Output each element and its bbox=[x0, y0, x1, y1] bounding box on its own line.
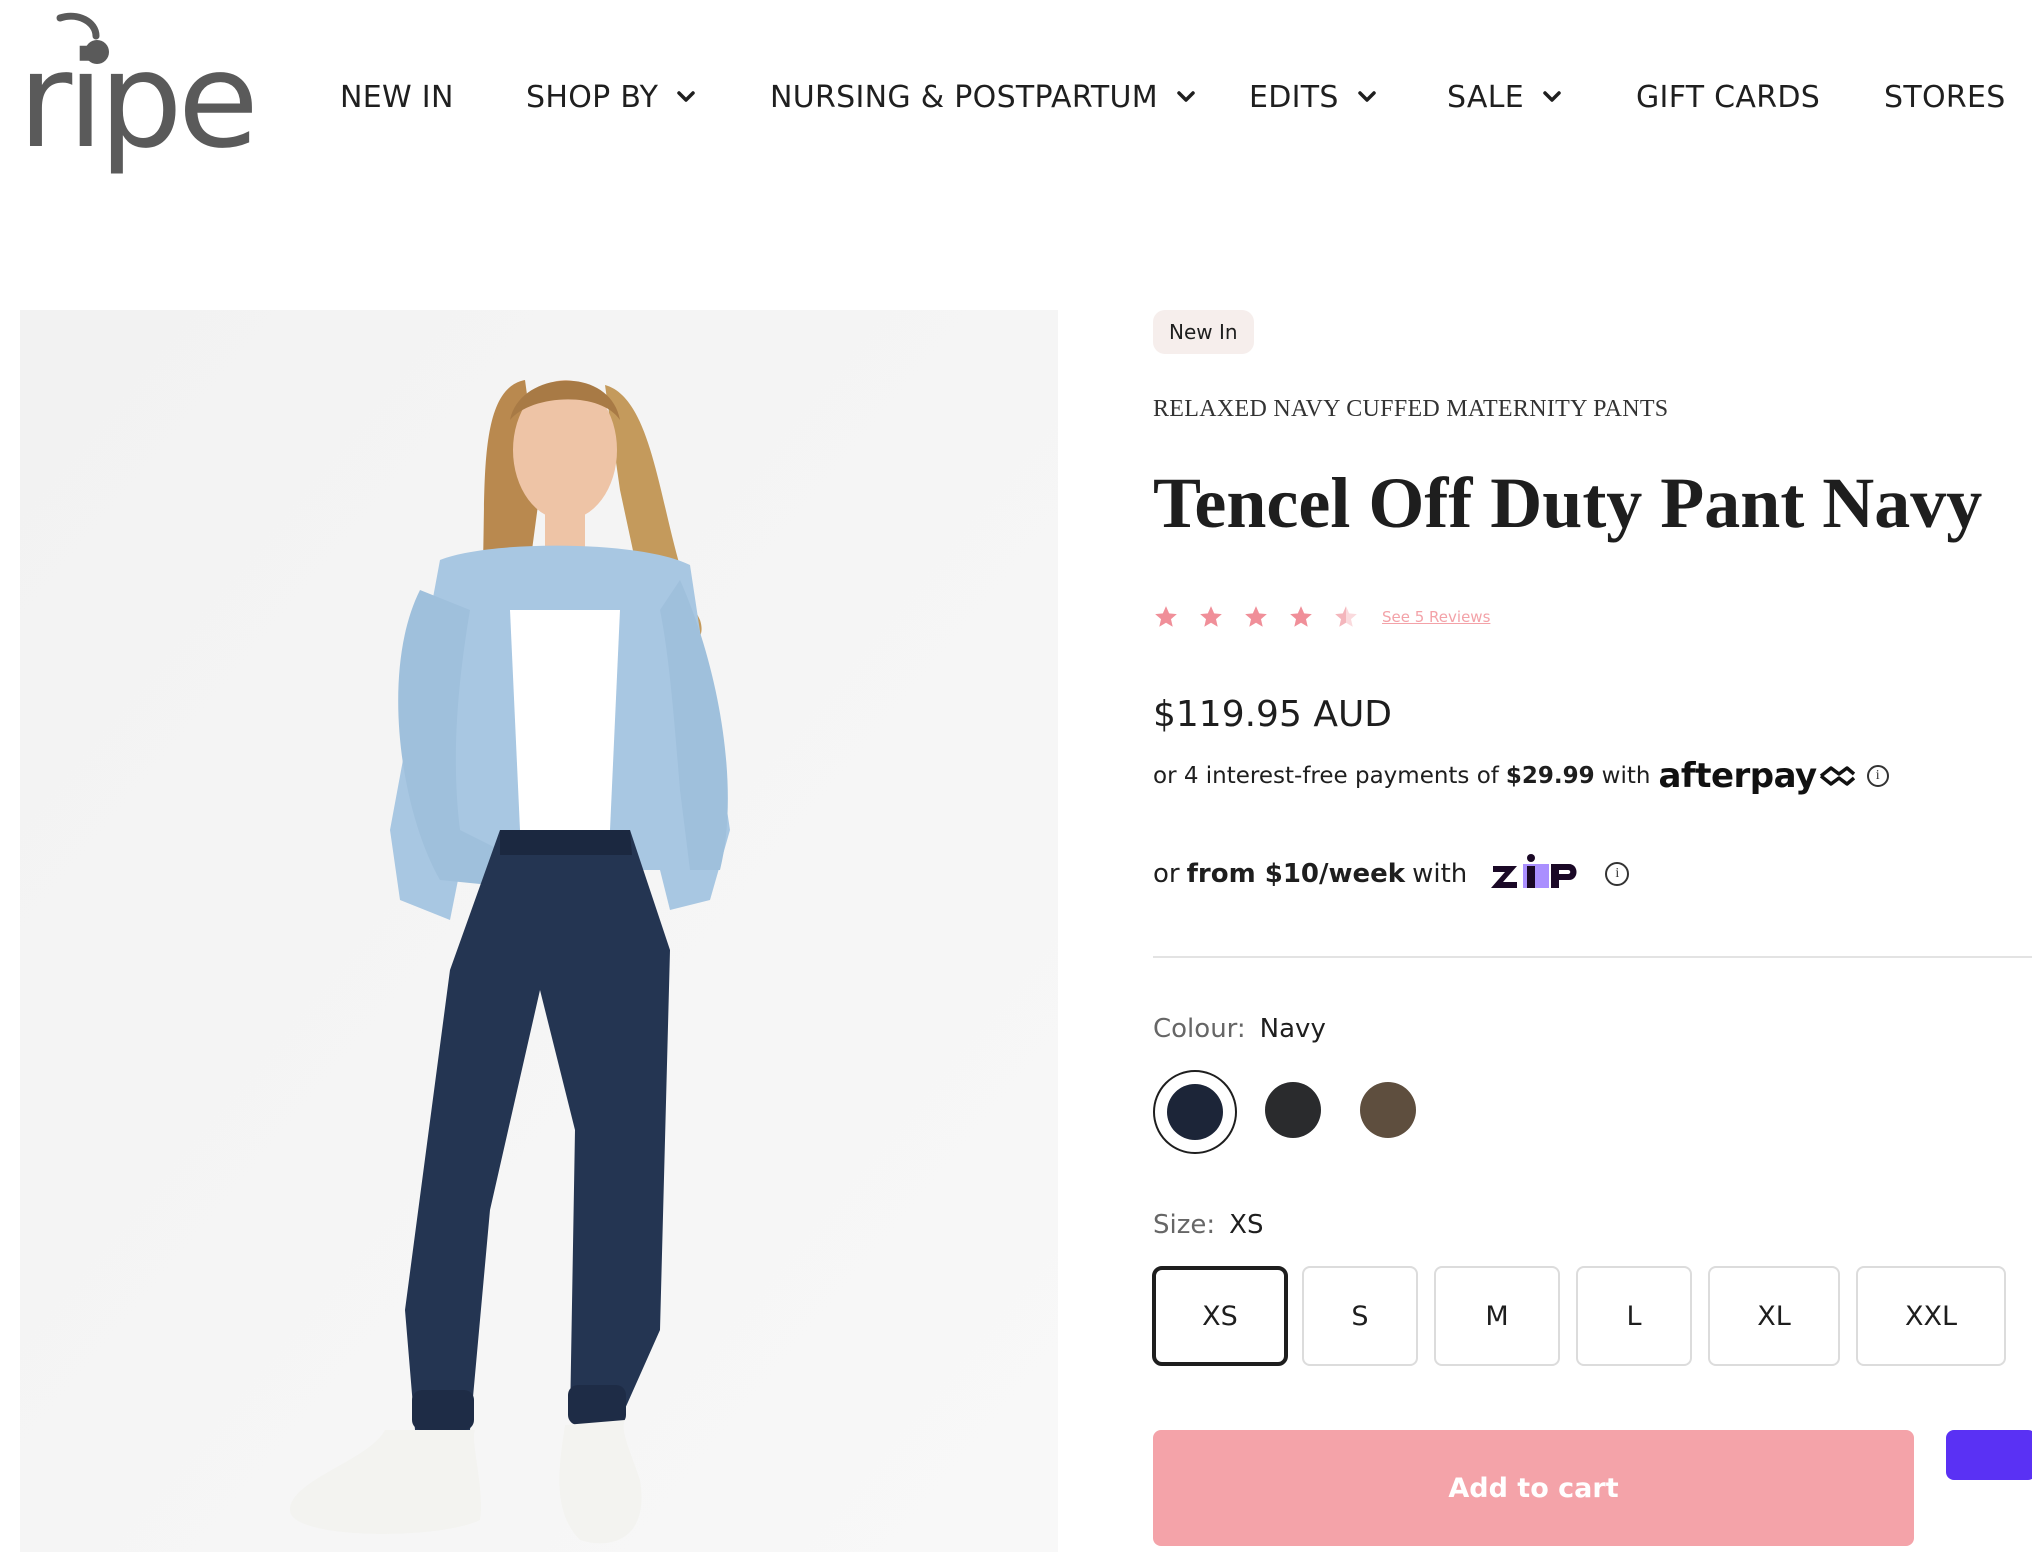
colour-swatch-black[interactable] bbox=[1265, 1082, 1321, 1138]
chevron-down-icon bbox=[676, 90, 696, 104]
info-icon[interactable]: i bbox=[1866, 765, 1889, 787]
size-option-s[interactable]: S bbox=[1302, 1266, 1418, 1366]
size-option-xxl[interactable]: XXL bbox=[1856, 1266, 2006, 1366]
nav-label: STORES bbox=[1884, 79, 2006, 115]
afterpay-prefix: or 4 interest-free payments of bbox=[1153, 763, 1499, 789]
see-reviews-link[interactable]: See 5 Reviews bbox=[1382, 608, 1490, 626]
zip-logo-mark bbox=[1491, 854, 1577, 888]
product-title: Tencel Off Duty Pant Navy bbox=[1153, 463, 1983, 543]
info-icon[interactable]: i bbox=[1605, 862, 1630, 886]
nav-label: NEW IN bbox=[340, 79, 454, 115]
chevron-down-icon bbox=[1542, 90, 1562, 104]
zip-prefix: or bbox=[1153, 859, 1180, 889]
zip-logo[interactable]: zip bbox=[1489, 852, 1583, 896]
nav-label: NURSING & POSTPARTUM bbox=[770, 79, 1158, 115]
chevron-down-icon bbox=[1357, 90, 1377, 104]
star-icon bbox=[1290, 606, 1312, 627]
afterpay-logo[interactable]: afterpay bbox=[1658, 756, 1856, 796]
star-icon bbox=[1200, 606, 1222, 627]
nav-sale[interactable]: SALE bbox=[1447, 72, 1562, 122]
shop-pay-button[interactable] bbox=[1946, 1430, 2032, 1480]
nav-gift-cards[interactable]: GIFT CARDS bbox=[1636, 72, 1820, 122]
half-star-icon bbox=[1335, 606, 1357, 627]
nav-label: SALE bbox=[1447, 79, 1524, 115]
zip-amount: from $10/week bbox=[1186, 859, 1406, 889]
size-selected-value: XS bbox=[1229, 1210, 1264, 1240]
afterpay-message: or 4 interest-free payments of $29.99 wi… bbox=[1153, 754, 1889, 798]
zip-message: or from $10/week with zip i bbox=[1153, 852, 1630, 896]
new-in-badge: New In bbox=[1153, 310, 1254, 354]
afterpay-logo-text: afterpay bbox=[1658, 756, 1817, 796]
nav-label: GIFT CARDS bbox=[1636, 79, 1821, 115]
product-image[interactable] bbox=[20, 310, 1058, 1552]
nav-stores[interactable]: STORES bbox=[1884, 72, 2006, 122]
nav-nursing-postpartum[interactable]: NURSING & POSTPARTUM bbox=[770, 72, 1196, 122]
nav-new-in[interactable]: NEW IN bbox=[340, 72, 454, 122]
colour-swatch-brown[interactable] bbox=[1360, 1082, 1416, 1138]
afterpay-suffix: with bbox=[1601, 763, 1651, 789]
add-to-cart-button[interactable]: Add to cart bbox=[1153, 1430, 1914, 1546]
afterpay-arrows-icon bbox=[1819, 766, 1855, 786]
nav-label: SHOP BY bbox=[526, 79, 659, 115]
model-illustration bbox=[20, 310, 1058, 1552]
size-label: Size: XS bbox=[1153, 1210, 1263, 1240]
colour-label: Colour: Navy bbox=[1153, 1014, 1326, 1044]
colour-swatch-navy[interactable] bbox=[1167, 1084, 1223, 1140]
zip-suffix: with bbox=[1412, 859, 1468, 889]
size-option-xl[interactable]: XL bbox=[1708, 1266, 1840, 1366]
section-divider bbox=[1153, 956, 2032, 958]
product-subtitle: RELAXED NAVY CUFFED MATERNITY PANTS bbox=[1153, 396, 1669, 422]
nav-edits[interactable]: EDITS bbox=[1249, 72, 1377, 122]
size-option-m[interactable]: M bbox=[1434, 1266, 1560, 1366]
nav-label: EDITS bbox=[1249, 79, 1339, 115]
main-nav: NEW IN SHOP BY NURSING & POSTPARTUM EDIT… bbox=[0, 72, 2032, 122]
size-option-xs[interactable]: XS bbox=[1152, 1266, 1288, 1366]
product-price: $119.95 AUD bbox=[1153, 694, 1393, 735]
colour-selected-value: Navy bbox=[1259, 1014, 1326, 1044]
star-icon bbox=[1245, 606, 1267, 627]
star-rating[interactable]: See 5 Reviews bbox=[1153, 604, 1490, 630]
colour-label-text: Colour: bbox=[1153, 1014, 1246, 1044]
size-label-text: Size: bbox=[1153, 1210, 1216, 1240]
star-icon bbox=[1155, 606, 1177, 627]
chevron-down-icon bbox=[1176, 90, 1196, 104]
size-option-l[interactable]: L bbox=[1576, 1266, 1692, 1366]
afterpay-amount: $29.99 bbox=[1505, 763, 1595, 789]
nav-shop-by[interactable]: SHOP BY bbox=[526, 72, 696, 122]
